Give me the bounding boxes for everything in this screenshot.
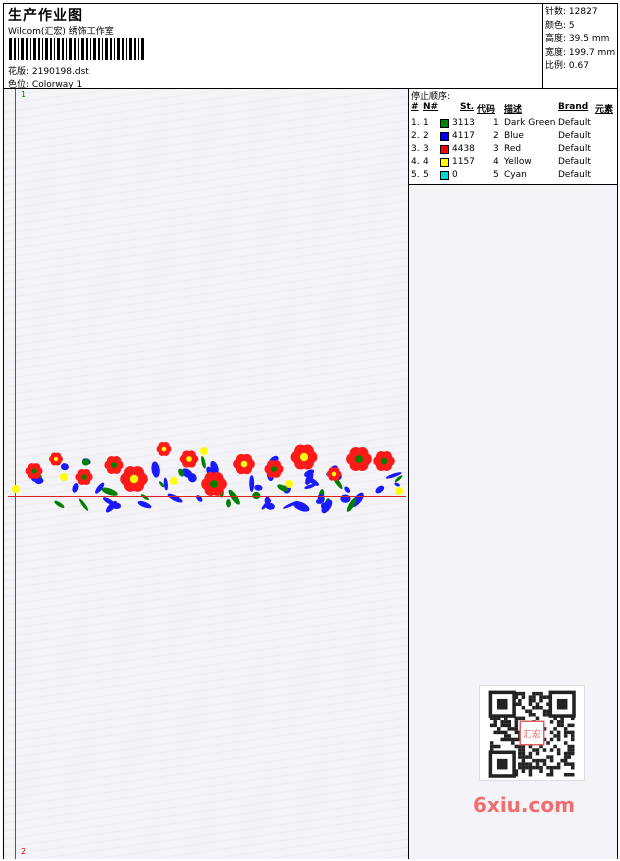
table-row[interactable]: 5. 5 05 Cyan Default (409, 170, 617, 183)
col-description: 描述 (504, 105, 523, 115)
table-row[interactable]: 1. 1 3113 1 Dark Green Default (409, 118, 617, 131)
watermark-brand: 6xiu.com (473, 793, 575, 817)
color-swatch (440, 158, 449, 167)
col-element: 元素 (595, 105, 614, 115)
col-code: 代码 (477, 105, 496, 115)
stat-width: 宽度: 199.7 mm (545, 47, 616, 58)
color-swatch (440, 171, 449, 180)
stop-sequence-title: 停止顺序: (411, 92, 451, 102)
design-stats: 针数: 12827 颜色: 5 高度: 39.5 mm 宽度: 199.7 mm… (542, 4, 617, 88)
color-swatch (440, 119, 449, 128)
stop-sequence-panel: 停止顺序: # N# St. 代码 描述 Brand 元素 1. 1 3113 1 … (409, 89, 617, 859)
end-marker: 2 (21, 847, 27, 856)
pattern-label: 花版: (8, 67, 30, 77)
table-row[interactable]: 4. 4 1157 4 Yellow Default (409, 157, 617, 170)
col-index: # (411, 102, 419, 112)
production-sheet: 生产作业图 Wilcom(汇宏) 绣饰工作室 花版: 2190198.dst 色… (3, 3, 618, 859)
sheet-header: 生产作业图 Wilcom(汇宏) 绣饰工作室 花版: 2190198.dst 色… (4, 4, 617, 90)
sheet-title: 生产作业图 (8, 8, 83, 24)
col-stitches: St. (460, 102, 475, 112)
stat-scale: 比例: 0.67 (545, 61, 589, 71)
pattern-info: 花版: 2190198.dst (8, 64, 89, 77)
barcode-icon (9, 38, 144, 60)
company-name: Wilcom(汇宏) 绣饰工作室 (8, 27, 114, 37)
color-swatch (440, 132, 449, 141)
table-row[interactable]: 2. 2 4117 2 Blue Default (409, 131, 617, 144)
col-needle: N# (423, 102, 439, 112)
stat-stitches: 针数: 12827 (545, 7, 598, 17)
stat-height: 高度: 39.5 mm (545, 34, 610, 44)
table-row[interactable]: 3. 3 4438 3 Red Default (409, 144, 617, 157)
embroidery-design (12, 442, 403, 514)
color-swatch (440, 145, 449, 154)
stop-sequence-table: 停止顺序: # N# St. 代码 描述 Brand 元素 1. 1 3113 1 … (409, 89, 617, 185)
design-canvas[interactable]: 1 2 (4, 89, 409, 859)
stat-colors: 颜色: 5 (545, 20, 575, 31)
qr-code-icon: 汇宏 (479, 685, 585, 781)
pattern-value: 2190198.dst (31, 67, 89, 77)
start-marker: 1 (21, 90, 27, 99)
watermark-seal: 汇宏 (523, 728, 541, 740)
col-brand: Brand (558, 102, 589, 112)
baseline-guide (8, 496, 406, 497)
